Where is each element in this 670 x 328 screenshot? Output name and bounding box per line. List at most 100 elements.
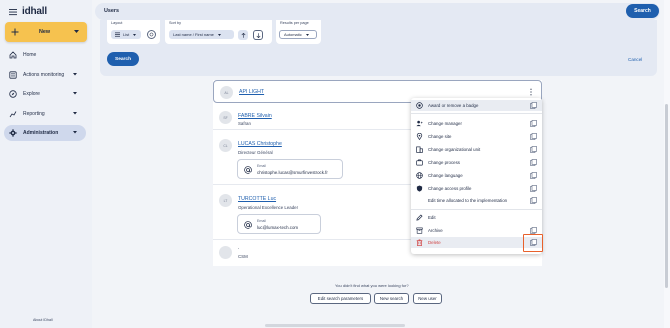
new-search-button[interactable]: New search (374, 293, 409, 304)
email-label: Email (257, 219, 266, 223)
copy-icon[interactable] (530, 227, 537, 234)
menu-item-label: Change manager (428, 121, 462, 126)
caret-down-icon (73, 73, 77, 76)
at-sign-icon (244, 166, 252, 174)
menu-separator (411, 113, 542, 114)
results-per-page-label: Results per page (280, 21, 309, 25)
menu-item-edit[interactable]: Edit (411, 212, 542, 223)
cancel-link[interactable]: Cancel (628, 57, 642, 62)
results-per-page-value: Automatic (284, 32, 302, 37)
sort-ascending-button[interactable] (238, 30, 248, 40)
copy-icon[interactable] (530, 172, 537, 179)
results-per-page-group: Results per page Automatic (276, 20, 321, 44)
menu-separator (411, 209, 542, 210)
manager-icon (416, 120, 423, 127)
menu-item-label: Edit time allocated to the implementatio… (428, 198, 508, 203)
sort-group: Sort by Last name / First name (165, 20, 272, 44)
menu-item-label: Archive (428, 228, 443, 233)
caret-down-icon (305, 33, 309, 36)
filter-panel: Layout List Sort by Last name / First na… (100, 20, 657, 76)
email-card[interactable]: Email luc@lumax-tech.com (237, 214, 321, 234)
copy-icon[interactable] (530, 133, 537, 140)
sort-select[interactable]: Last name / First name (169, 30, 234, 39)
filter-search-button[interactable]: Search (107, 52, 139, 66)
home-icon (9, 51, 17, 59)
caret-down-icon (133, 33, 137, 36)
user-name-link[interactable]: API LIGHT (239, 89, 264, 95)
sort-descending-button[interactable] (253, 30, 263, 40)
caret-down-icon (74, 30, 79, 33)
user-name-link[interactable]: FABRE Silvain (238, 113, 272, 119)
top-search-button[interactable]: Search (626, 4, 659, 18)
layout-settings-button[interactable] (147, 30, 156, 39)
about-link[interactable]: About IDhall (33, 318, 53, 322)
avatar: SF (219, 111, 232, 124)
copy-icon[interactable] (530, 185, 537, 192)
avatar: LT (219, 194, 232, 207)
archive-icon (416, 227, 423, 234)
menu-item-label: Change site (428, 134, 452, 139)
menu-item-label: Change language (428, 173, 463, 178)
compass-icon (9, 90, 17, 98)
at-sign-icon (244, 221, 252, 229)
avatar (219, 246, 232, 259)
user-subtitle: CSM (238, 254, 248, 259)
menu-item-change-site[interactable]: Change site (411, 131, 542, 142)
menu-item-change-language[interactable]: Change language (411, 170, 542, 181)
results-per-page-select[interactable]: Automatic (279, 30, 317, 39)
layout-label: Layout (111, 21, 123, 25)
menu-item-change-org-unit[interactable]: Change organizational unit (411, 144, 542, 155)
app-logo[interactable]: idhall (22, 6, 47, 17)
new-user-button[interactable]: New user (413, 293, 442, 304)
sidebar-item-actions-monitoring[interactable]: Actions monitoring (4, 67, 86, 83)
sidebar-item-home[interactable]: Home (4, 47, 86, 63)
list-icon (115, 32, 120, 37)
menu-item-change-access-profile[interactable]: Change access profile (411, 183, 542, 194)
menu-item-edit-time-allocated[interactable]: Edit time allocated to the implementatio… (411, 195, 542, 206)
badge-icon (416, 102, 423, 109)
shield-icon (416, 185, 423, 192)
caret-down-icon (73, 131, 77, 134)
hamburger-menu-icon[interactable] (9, 8, 17, 16)
menu-item-label: Award or remove a badge (428, 103, 479, 108)
copy-icon[interactable] (530, 159, 537, 166)
highlight-box (523, 234, 543, 252)
menu-item-change-process[interactable]: Change process (411, 157, 542, 168)
user-name-link[interactable]: . (238, 245, 239, 251)
user-subtitle: Operational Excellence Leader (238, 205, 299, 210)
copy-icon[interactable] (530, 197, 537, 204)
copy-icon[interactable] (530, 146, 537, 153)
email-card[interactable]: Email christophe.lucas@smurfinvestrock.f… (237, 159, 343, 179)
search-bar[interactable]: Users (95, 3, 660, 20)
sidebar: idhall New Home Actions monitoring Explo… (0, 0, 92, 328)
vertical-scrollbar-thumb[interactable] (665, 104, 668, 288)
sidebar-item-administration[interactable]: Administration (4, 125, 86, 141)
copy-icon[interactable] (530, 102, 537, 109)
avatar: CL (219, 139, 232, 152)
list-check-icon (9, 71, 17, 79)
user-name-link[interactable]: TURCOTTE Luc (238, 196, 276, 202)
sidebar-item-label: Explore (23, 91, 40, 97)
gear-icon (9, 129, 17, 137)
user-name-link[interactable]: LUCAS Christophe (238, 141, 282, 147)
menu-item-change-manager[interactable]: Change manager (411, 118, 542, 129)
brand: idhall (9, 6, 47, 17)
arrow-down-icon (256, 32, 260, 38)
sidebar-item-reporting[interactable]: Reporting (4, 106, 86, 122)
edit-search-parameters-button[interactable]: Edit search parameters (310, 293, 371, 304)
new-button[interactable]: New (5, 22, 87, 42)
menu-item-award-badge[interactable]: Award or remove a badge (411, 100, 542, 111)
sidebar-item-explore[interactable]: Explore (4, 86, 86, 102)
sidebar-item-label: Administration (23, 130, 59, 136)
search-context-label: Users (104, 8, 119, 14)
horizontal-scrollbar[interactable] (265, 324, 405, 327)
chart-icon (9, 111, 17, 118)
process-icon (416, 159, 423, 166)
menu-item-label: Edit (428, 215, 436, 220)
menu-item-label: Change process (428, 160, 460, 165)
copy-icon[interactable] (530, 120, 537, 127)
sidebar-item-label: Reporting (23, 111, 45, 117)
more-vertical-icon[interactable] (529, 88, 533, 96)
layout-select[interactable]: List (111, 30, 141, 39)
not-found-text: You didn't find what you were looking fo… (335, 283, 409, 288)
